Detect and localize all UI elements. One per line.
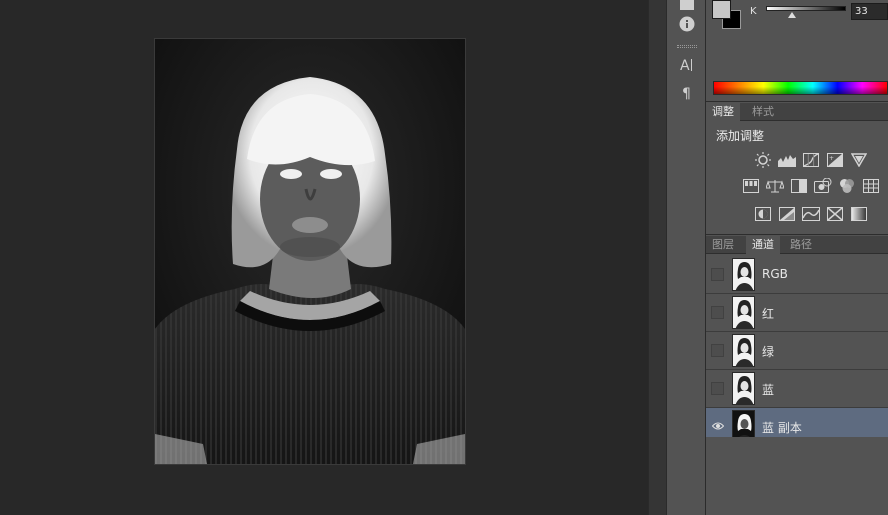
color-lookup-icon[interactable] <box>862 178 880 194</box>
adjustments-tabbar: 调整 样式 <box>706 103 888 121</box>
channels-panel: 图层 通道 路径 RGB 红 绿 蓝 蓝 副本 <box>706 236 888 515</box>
panel-grip[interactable] <box>677 45 697 48</box>
tab-adjustments[interactable]: 调整 <box>706 103 740 121</box>
k-slider-track[interactable] <box>766 6 846 11</box>
channels-empty-area <box>706 437 888 515</box>
color-balance-icon[interactable] <box>766 178 784 194</box>
curves-icon[interactable] <box>802 152 820 168</box>
channel-row-red[interactable]: 红 <box>706 294 888 332</box>
k-value-input[interactable]: 33 <box>851 3 888 20</box>
channel-thumbnail <box>732 296 755 329</box>
black-white-icon[interactable] <box>790 178 808 194</box>
panel-icon-column: A ¶ <box>666 0 706 515</box>
channel-thumbnail <box>732 372 755 405</box>
channel-row-rgb[interactable]: RGB <box>706 256 888 294</box>
color-panel: K 33 <box>706 0 888 102</box>
tab-channels[interactable]: 通道 <box>746 236 780 254</box>
tab-paths[interactable]: 路径 <box>784 236 818 254</box>
eye-icon[interactable] <box>711 420 725 433</box>
channel-name: 蓝 副本 <box>762 421 802 435</box>
panel-gutter <box>648 0 666 515</box>
svg-text:¶: ¶ <box>682 86 691 101</box>
exposure-icon[interactable]: + <box>826 152 844 168</box>
invert-icon[interactable] <box>754 206 772 222</box>
svg-text:A: A <box>680 58 690 73</box>
channel-name: 蓝 <box>762 383 775 397</box>
posterize-icon[interactable] <box>778 206 796 222</box>
visibility-toggle[interactable] <box>711 268 724 281</box>
vibrance-icon[interactable] <box>850 152 868 168</box>
photoshop-window: A ¶ K 33 调整 样式 添加调整 + 图层 通道 路径 RGB 红 绿 蓝… <box>0 0 888 515</box>
hue-saturation-icon[interactable] <box>742 178 760 194</box>
tab-styles[interactable]: 样式 <box>746 103 780 121</box>
info-icon[interactable] <box>675 13 699 35</box>
foreground-color-swatch[interactable] <box>712 0 731 19</box>
inverted-portrait-image <box>155 39 465 464</box>
character-icon[interactable]: A <box>675 54 699 76</box>
threshold-icon[interactable] <box>802 206 820 222</box>
svg-text:+: + <box>829 155 834 162</box>
channel-row-blue[interactable]: 蓝 <box>706 370 888 408</box>
channel-thumbnail <box>732 334 755 367</box>
canvas-area[interactable] <box>0 0 648 515</box>
right-panels: K 33 调整 样式 添加调整 + 图层 通道 路径 RGB 红 绿 蓝 蓝 副… <box>706 0 888 515</box>
channel-name: RGB <box>762 267 788 281</box>
layers-tabbar: 图层 通道 路径 <box>706 236 888 254</box>
visibility-toggle[interactable] <box>711 306 724 319</box>
channel-name: 红 <box>762 307 775 321</box>
adjustments-panel: 调整 样式 添加调整 + <box>706 103 888 235</box>
tab-layers[interactable]: 图层 <box>706 236 740 254</box>
k-slider-thumb[interactable] <box>788 12 796 18</box>
selective-color-icon[interactable] <box>826 206 844 222</box>
visibility-toggle[interactable] <box>711 344 724 357</box>
brightness-contrast-icon[interactable] <box>754 152 772 168</box>
gradient-map-icon[interactable] <box>850 206 868 222</box>
paragraph-icon[interactable]: ¶ <box>675 82 699 104</box>
k-channel-label: K <box>750 6 757 17</box>
visibility-toggle[interactable] <box>711 382 724 395</box>
levels-icon[interactable] <box>778 152 796 168</box>
channel-name: 绿 <box>762 345 775 359</box>
channel-thumbnail <box>732 258 755 291</box>
color-spectrum-ramp[interactable] <box>713 81 888 95</box>
photo-filter-icon[interactable] <box>814 178 832 194</box>
add-adjustment-title: 添加调整 <box>716 129 765 143</box>
channel-row-green[interactable]: 绿 <box>706 332 888 370</box>
channel-mixer-icon[interactable] <box>838 178 856 194</box>
document-image[interactable] <box>155 39 465 464</box>
